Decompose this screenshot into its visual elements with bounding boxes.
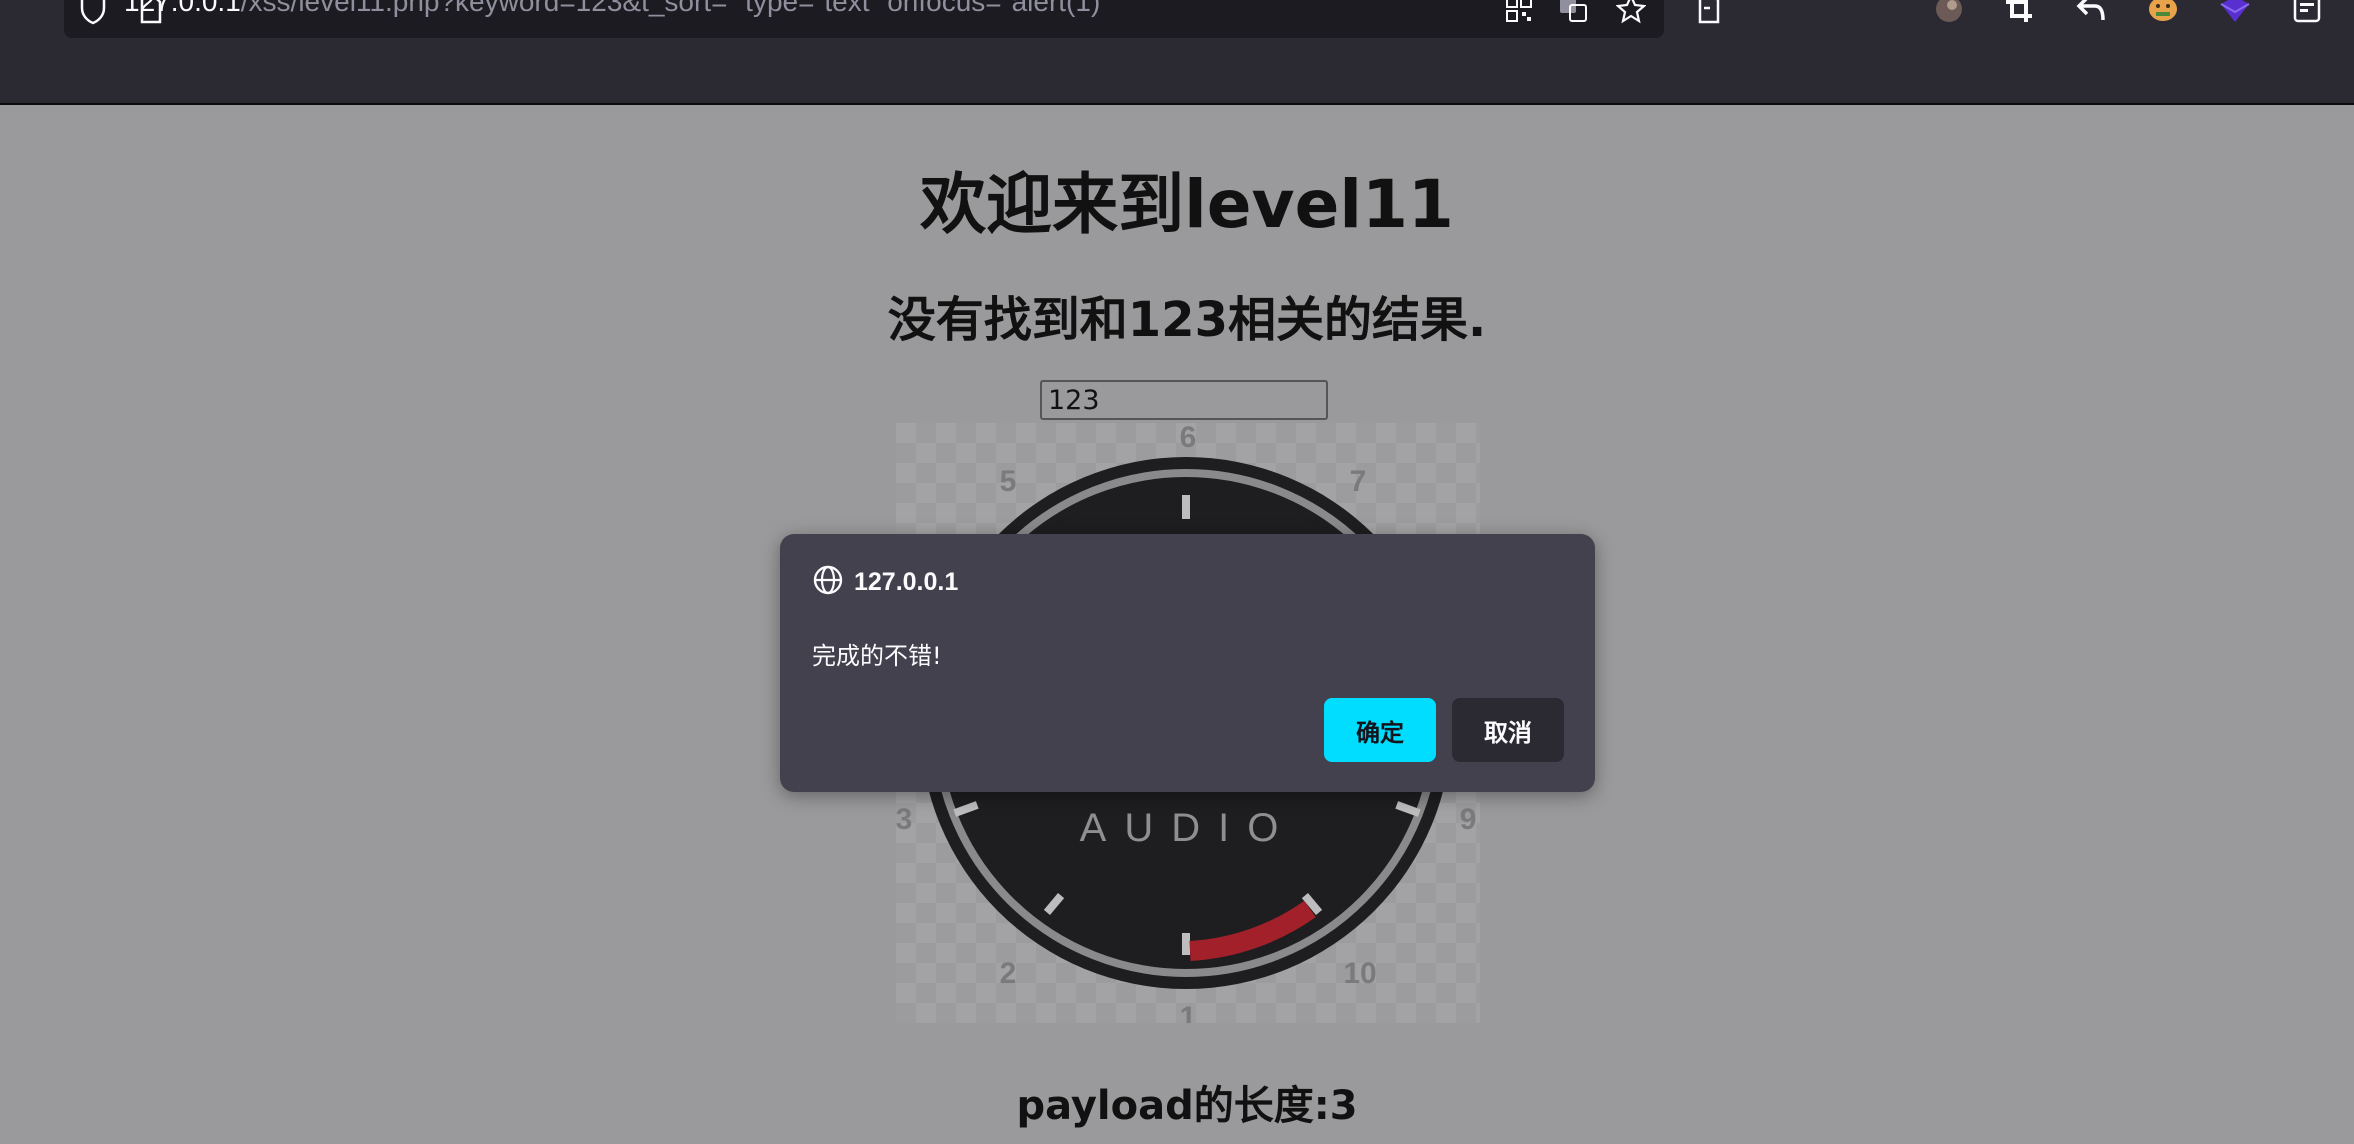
- globe-icon: [812, 564, 844, 600]
- undo-extension-icon[interactable]: [2074, 0, 2108, 26]
- dialog-header: 127.0.0.1: [812, 564, 958, 600]
- translate-icon[interactable]: [1556, 0, 1590, 26]
- gauge-number: 10: [1343, 957, 1376, 990]
- search-result-message: 没有找到和123相关的结果.: [887, 292, 1487, 348]
- url-path: /xss/level11.php?keyword=123&t_sort=" ty…: [240, 0, 1101, 17]
- crop-extension-icon[interactable]: [2002, 0, 2036, 26]
- dialog-origin: 127.0.0.1: [854, 567, 959, 596]
- ok-button[interactable]: 确定: [1324, 698, 1436, 762]
- search-input[interactable]: [1040, 380, 1328, 420]
- emoji-extension-icon[interactable]: [2146, 0, 2180, 26]
- payload-length-text: payload的长度:3: [1016, 1083, 1358, 1129]
- gauge-number: 2: [1000, 957, 1017, 990]
- gauge-number: 5: [1000, 465, 1017, 498]
- cancel-button[interactable]: 取消: [1452, 698, 1564, 762]
- bookmark-star-icon[interactable]: [1614, 0, 1648, 26]
- alert-dialog: 127.0.0.1 完成的不错! 确定 取消: [780, 534, 1595, 792]
- gauge-number: 7: [1350, 465, 1367, 498]
- shield-icon[interactable]: [76, 0, 110, 26]
- page-title: 欢迎来到level11: [920, 166, 1454, 243]
- qr-code-icon[interactable]: [1502, 0, 1536, 26]
- avatar-extension-icon[interactable]: [1932, 0, 1966, 26]
- reader-icon[interactable]: [1692, 0, 1726, 26]
- dialog-message: 完成的不错!: [812, 642, 942, 670]
- url-host: 127.0.0.1: [124, 0, 241, 17]
- gauge-number: 6: [1180, 423, 1197, 454]
- gauge-label: AUDIO: [1080, 806, 1297, 850]
- gauge-number: 1: [1180, 1001, 1197, 1023]
- url-text[interactable]: 127.0.0.1/xss/level11.php?keyword=123&t_…: [124, 0, 1100, 18]
- gauge-number: 3: [896, 803, 912, 836]
- menu-extension-icon[interactable]: [2290, 0, 2324, 26]
- cube-extension-icon[interactable]: [2218, 0, 2252, 26]
- browser-toolbar: 127.0.0.1/xss/level11.php?keyword=123&t_…: [0, 0, 2354, 105]
- gauge-number: 9: [1460, 803, 1477, 836]
